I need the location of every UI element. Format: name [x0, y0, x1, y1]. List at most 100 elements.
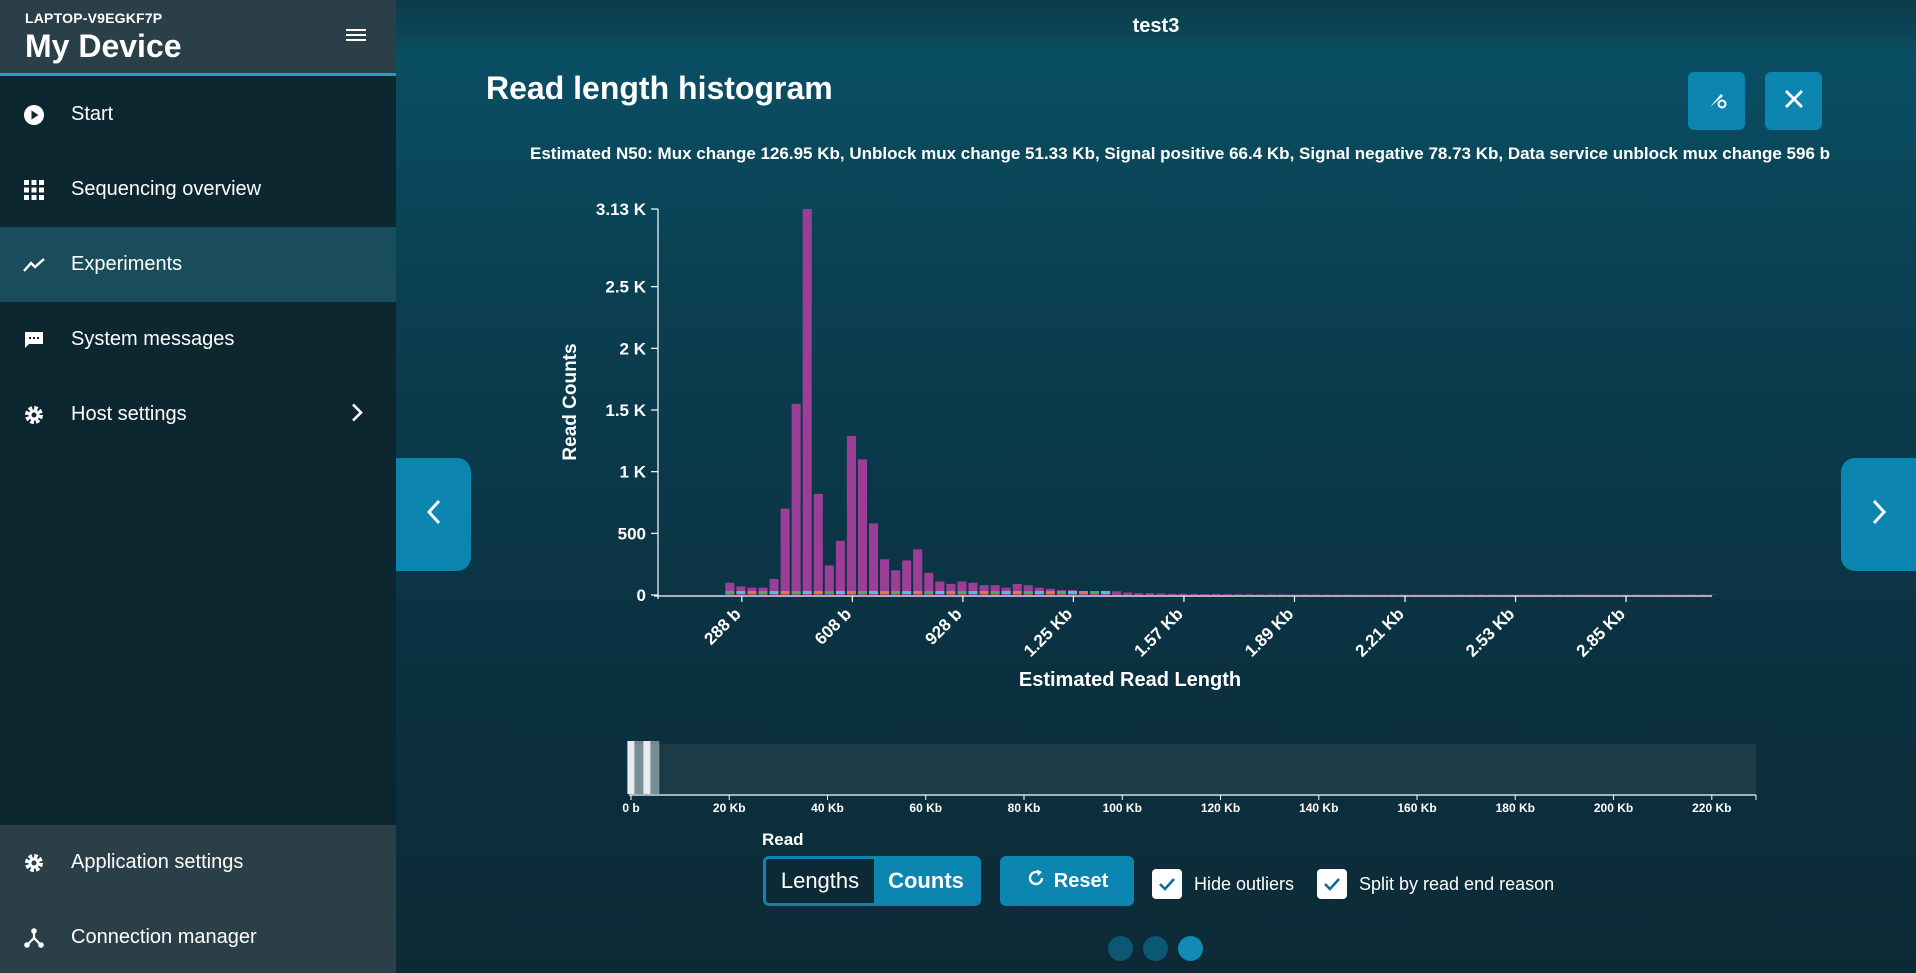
histogram-bar	[802, 209, 812, 595]
sidebar-item-host-settings[interactable]: Host settings	[0, 377, 396, 452]
histogram-bar-split	[957, 591, 967, 594]
histogram-bar	[835, 540, 845, 595]
trend-line-icon	[22, 253, 46, 277]
toggle-counts[interactable]: Counts	[874, 859, 978, 903]
histogram-chart: 0 500 1 K 1.5 K 2 K 2.5 K 3.13 K 288 b 608 b 928 …	[560, 200, 1757, 815]
histogram-bar-split	[791, 591, 801, 594]
split-by-end-reason-checkbox[interactable]: Split by read end reason	[1317, 869, 1554, 899]
histogram-bar	[1123, 592, 1133, 595]
menu-icon[interactable]	[346, 26, 372, 48]
histogram-bar	[1277, 594, 1287, 595]
histogram-bar-split	[880, 591, 890, 594]
histogram-bar	[791, 403, 801, 595]
histogram-bar-split	[1067, 591, 1077, 594]
sidebar-item-label: Start	[71, 103, 114, 125]
sidebar-item-label: Application settings	[71, 851, 244, 873]
reset-icon	[1026, 868, 1046, 894]
histogram-bar-split	[968, 591, 978, 594]
histogram-bar	[880, 559, 890, 595]
histogram-bar	[857, 459, 867, 595]
histogram-bar-split	[1056, 591, 1066, 594]
overview-tick-label: 0 b	[622, 801, 639, 815]
histogram-bar	[1255, 594, 1265, 595]
y-tick-label: 0	[637, 586, 646, 605]
x-tick-label: 2.85 Kb	[1573, 604, 1629, 660]
sidebar-item-application-settings[interactable]: Application settings	[0, 825, 396, 900]
histogram-bar-split	[725, 591, 735, 594]
histogram-bar-split	[1045, 591, 1055, 594]
main-panel: test3 Read length histogram Estimated N5…	[396, 0, 1916, 973]
y-tick-label: 3.13 K	[596, 200, 647, 219]
grid-icon	[22, 178, 46, 202]
reset-button[interactable]: Reset	[1000, 856, 1134, 906]
hide-outliers-checkbox[interactable]: Hide outliers	[1152, 869, 1294, 899]
histogram-bar	[780, 508, 790, 595]
page-dot[interactable]	[1108, 936, 1133, 961]
page-dot[interactable]	[1143, 936, 1168, 961]
sidebar-item-sequencing-overview[interactable]: Sequencing overview	[0, 152, 396, 227]
chevron-right-icon	[350, 401, 364, 428]
histogram-bar	[1167, 593, 1177, 595]
histogram-bar	[869, 523, 879, 595]
histogram-bar	[1211, 594, 1221, 595]
histogram-bar-split	[835, 591, 845, 594]
hide-outliers-label: Hide outliers	[1194, 873, 1295, 894]
histogram-bar	[913, 549, 923, 595]
overview-tick-label: 80 Kb	[1008, 801, 1041, 815]
sidebar-item-label: Experiments	[71, 253, 183, 275]
overview-handle-right	[643, 741, 651, 794]
histogram-bar-split	[813, 591, 823, 594]
toggle-lengths[interactable]: Lengths	[766, 859, 874, 903]
gear-icon	[22, 851, 46, 875]
sidebar-item-start[interactable]: Start	[0, 77, 396, 152]
histogram-bar	[1200, 594, 1210, 595]
histogram-bar	[1134, 593, 1144, 595]
reset-label: Reset	[1053, 869, 1109, 892]
histogram-bar	[1244, 594, 1254, 595]
overview-tick-label: 60 Kb	[909, 801, 942, 815]
histogram-bar-split	[802, 591, 812, 594]
x-tick-label: 1.57 Kb	[1131, 604, 1187, 660]
x-tick-label: 2.21 Kb	[1352, 604, 1408, 660]
y-tick-label: 2.5 K	[605, 278, 646, 297]
histogram-bar-split	[902, 591, 912, 594]
sidebar-item-experiments[interactable]: Experiments	[0, 227, 396, 302]
histogram-bar-split	[1023, 591, 1033, 594]
overview-tick-label: 200 Kb	[1594, 801, 1633, 815]
sidebar-item-system-messages[interactable]: System messages	[0, 302, 396, 377]
histogram-bar	[846, 435, 856, 595]
histogram-bar-split	[747, 591, 757, 594]
y-axis-label: Read Counts	[560, 343, 581, 460]
overview-handle-left	[627, 741, 635, 794]
histogram-bar-split	[1034, 591, 1044, 594]
histogram-bar-split	[869, 591, 879, 594]
sidebar-header: LAPTOP-V9EGKF7P My Device	[0, 0, 396, 76]
sidebar-item-connection-manager[interactable]: Connection manager	[0, 900, 396, 973]
histogram-bar-split	[1090, 591, 1100, 594]
pagination-dots	[1108, 936, 1203, 961]
overview-tick-label: 180 Kb	[1496, 801, 1535, 815]
histogram-bar-split	[913, 591, 923, 594]
sidebar-item-label: Host settings	[71, 403, 187, 425]
histogram-bar	[1156, 593, 1166, 595]
x-tick-label: 1.25 Kb	[1020, 604, 1076, 660]
histogram-bar-split	[780, 591, 790, 594]
overview-tick-label: 220 Kb	[1692, 801, 1731, 815]
x-tick-label: 1.89 Kb	[1241, 604, 1297, 660]
histogram-bar	[1112, 591, 1122, 595]
histogram-bar	[1222, 594, 1232, 595]
histogram-bar	[813, 493, 823, 595]
x-tick-label: 288 b	[700, 604, 744, 648]
histogram-bar-split	[769, 591, 779, 594]
histogram-bar	[1266, 594, 1276, 595]
page-dot-active[interactable]	[1178, 936, 1203, 961]
histogram-bar-split	[846, 591, 856, 594]
overview-tick-label: 20 Kb	[713, 801, 746, 815]
x-axis-label: Estimated Read Length	[1019, 669, 1241, 691]
histogram-bar	[1233, 594, 1243, 595]
histogram-bar-split	[979, 591, 989, 594]
histogram-bar	[1189, 594, 1199, 595]
histogram-bar-split	[857, 591, 867, 594]
overview-tick-label: 120 Kb	[1201, 801, 1240, 815]
histogram-bar	[1145, 593, 1155, 595]
